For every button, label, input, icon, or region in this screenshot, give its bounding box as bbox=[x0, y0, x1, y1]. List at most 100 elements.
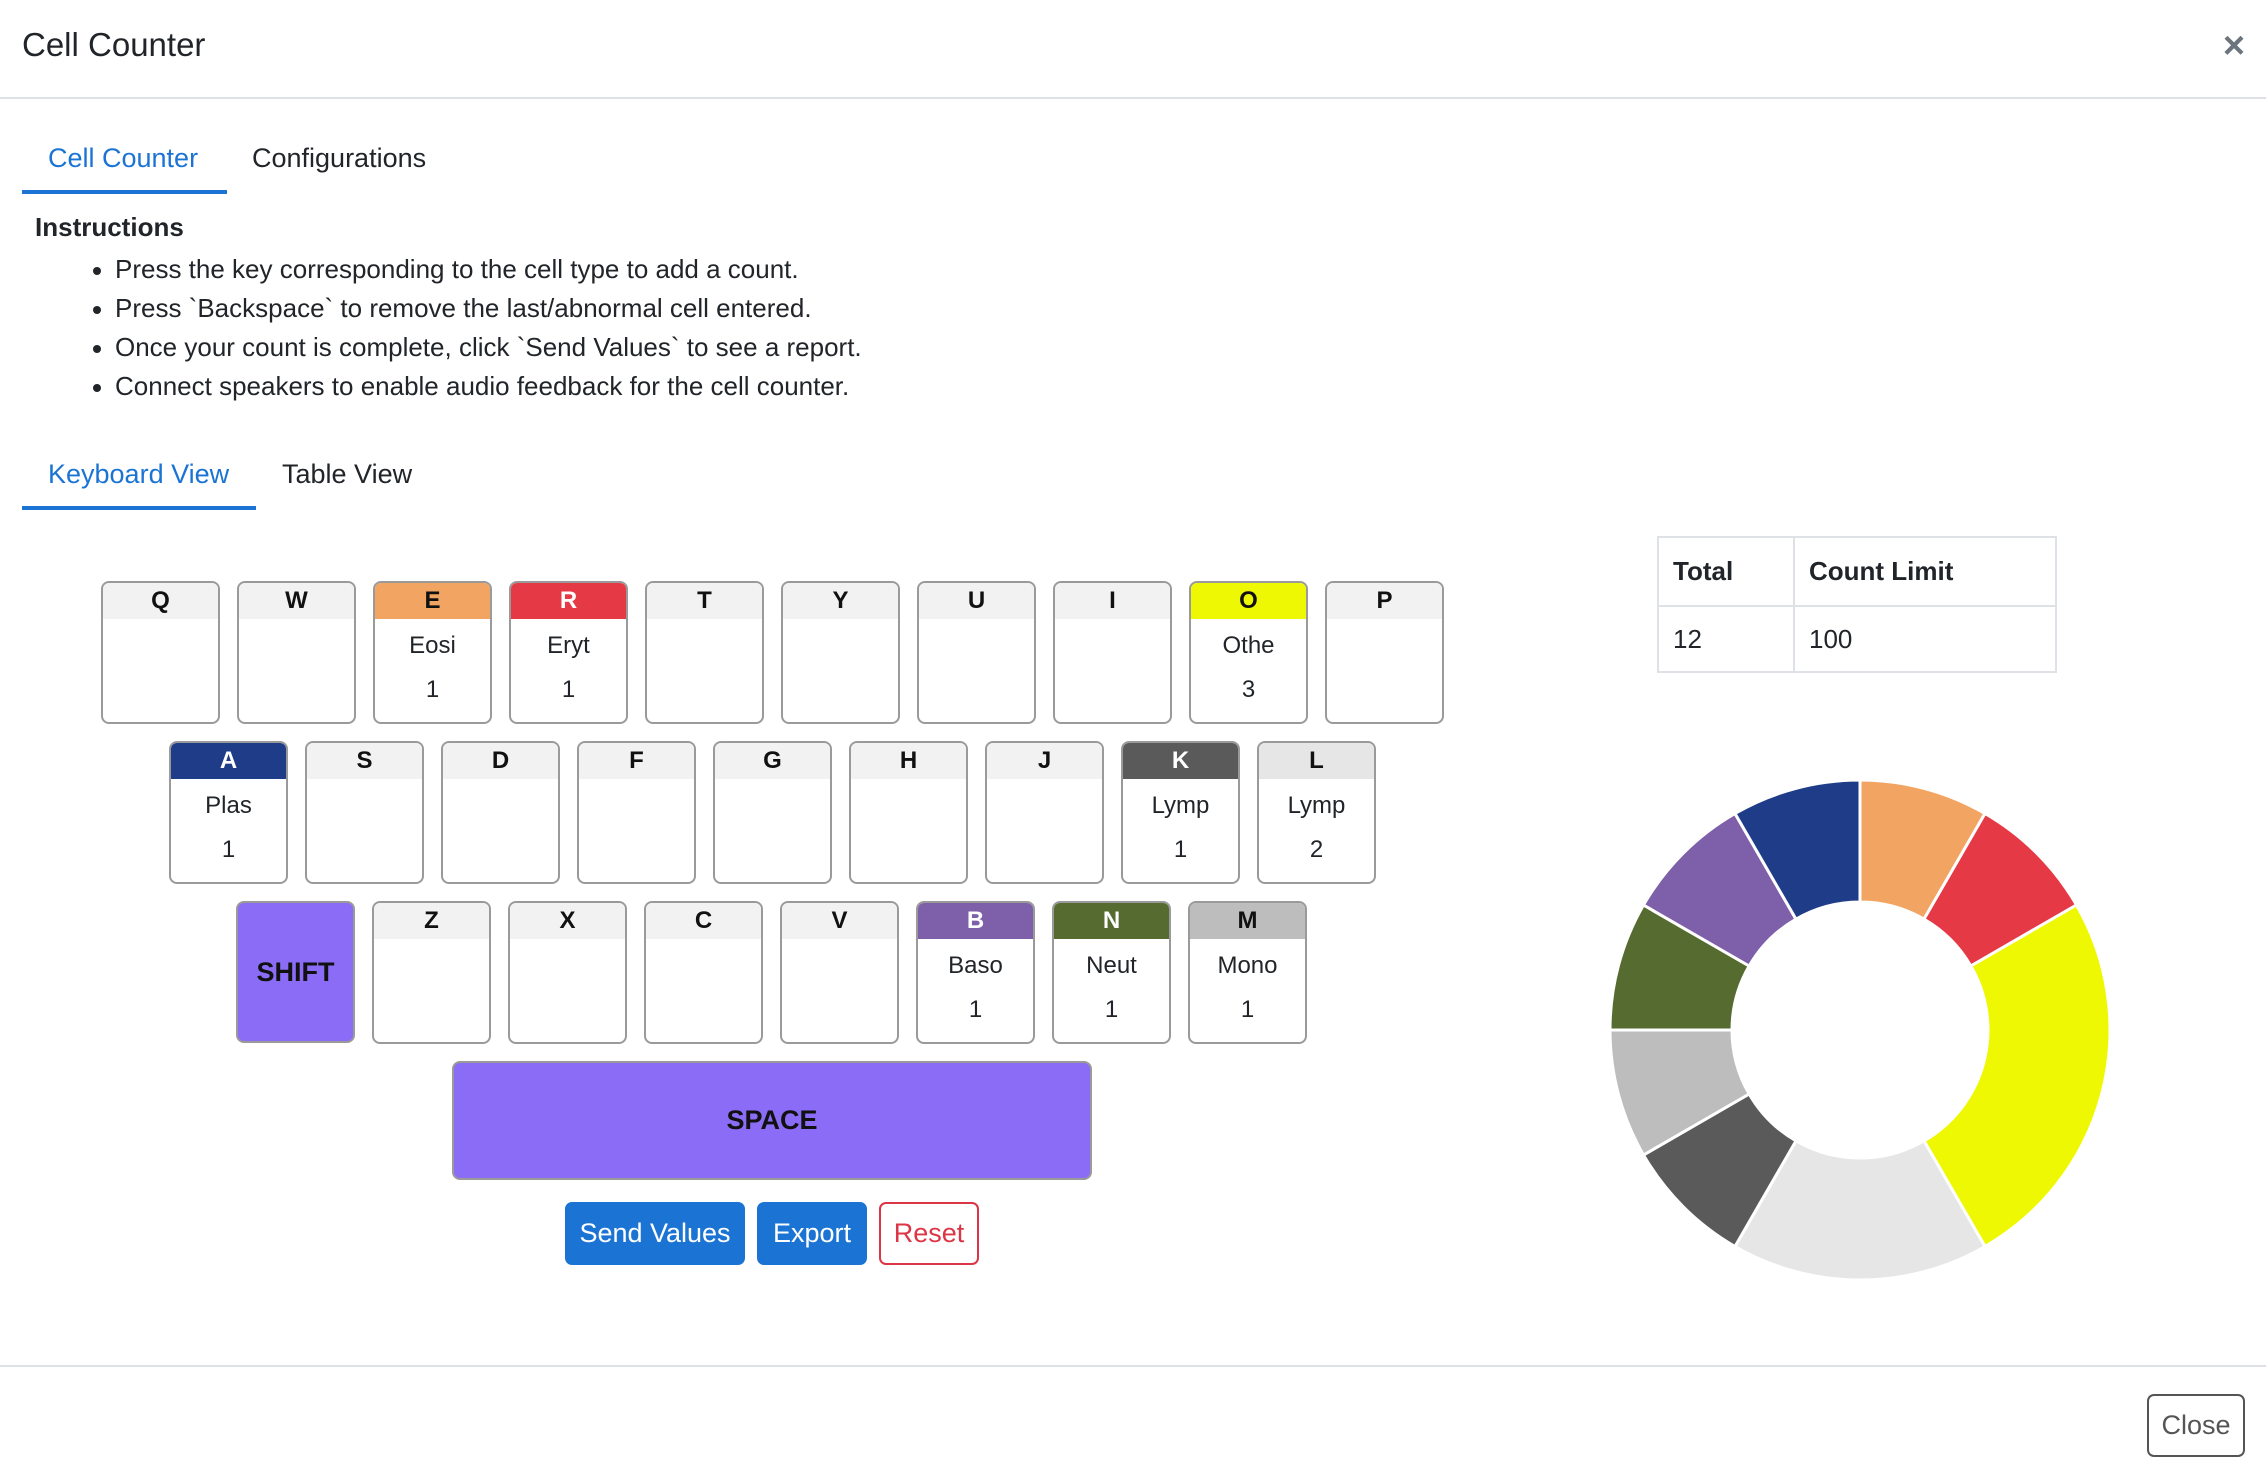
total-value: 12 bbox=[1657, 605, 1795, 673]
key-l[interactable]: L Lymp 2 bbox=[1257, 741, 1376, 884]
key-cell-count bbox=[646, 995, 761, 1025]
key-a[interactable]: A Plas 1 bbox=[169, 741, 288, 884]
close-button[interactable]: Close bbox=[2147, 1394, 2245, 1457]
close-icon[interactable]: × bbox=[2218, 26, 2250, 66]
key-cell-name: Lymp bbox=[1287, 792, 1346, 819]
key-cell-count bbox=[239, 675, 354, 705]
key-cell-count bbox=[783, 675, 898, 705]
totals-table: Total Count Limit 12 100 bbox=[1657, 536, 2057, 673]
key-letter: U bbox=[919, 583, 1034, 619]
key-cell-count bbox=[851, 835, 966, 865]
key-t[interactable]: T bbox=[645, 581, 764, 724]
key-o[interactable]: O Othe 3 bbox=[1189, 581, 1308, 724]
key-letter: O bbox=[1191, 583, 1306, 619]
key-cell-count: 2 bbox=[1309, 836, 1324, 863]
key-cell-count bbox=[103, 675, 218, 705]
key-letter: L bbox=[1259, 743, 1374, 779]
key-letter: J bbox=[987, 743, 1102, 779]
key-letter: M bbox=[1190, 903, 1305, 939]
key-letter: V bbox=[782, 903, 897, 939]
shift-key[interactable]: SHIFT bbox=[236, 901, 355, 1043]
modal-header: Cell Counter × bbox=[0, 0, 2266, 99]
key-b[interactable]: B Baso 1 bbox=[916, 901, 1035, 1044]
key-e[interactable]: E Eosi 1 bbox=[373, 581, 492, 724]
key-letter: H bbox=[851, 743, 966, 779]
key-cell-name bbox=[103, 631, 218, 661]
key-d[interactable]: D bbox=[441, 741, 560, 884]
key-cell-name: Mono bbox=[1217, 952, 1278, 979]
tab-table-view[interactable]: Table View bbox=[282, 459, 412, 490]
key-f[interactable]: F bbox=[577, 741, 696, 884]
key-s[interactable]: S bbox=[305, 741, 424, 884]
instruction-item: Press `Backspace` to remove the last/abn… bbox=[90, 289, 862, 328]
space-key[interactable]: SPACE bbox=[452, 1061, 1092, 1180]
key-letter: C bbox=[646, 903, 761, 939]
key-cell-name bbox=[715, 791, 830, 821]
key-q[interactable]: Q bbox=[101, 581, 220, 724]
key-y[interactable]: Y bbox=[781, 581, 900, 724]
tab-active-indicator bbox=[22, 190, 227, 194]
key-letter: B bbox=[918, 903, 1033, 939]
key-cell-name bbox=[851, 791, 966, 821]
key-letter: W bbox=[239, 583, 354, 619]
instruction-item: Connect speakers to enable audio feedbac… bbox=[90, 367, 862, 406]
key-u[interactable]: U bbox=[917, 581, 1036, 724]
key-cell-name: Eosi bbox=[409, 632, 456, 659]
key-letter: K bbox=[1123, 743, 1238, 779]
key-cell-count: 1 bbox=[968, 996, 983, 1023]
key-j[interactable]: J bbox=[985, 741, 1104, 884]
instruction-item: Once your count is complete, click `Send… bbox=[90, 328, 862, 367]
tab-configurations[interactable]: Configurations bbox=[252, 143, 426, 174]
key-cell-name bbox=[307, 791, 422, 821]
key-i[interactable]: I bbox=[1053, 581, 1172, 724]
send-values-button[interactable]: Send Values bbox=[565, 1202, 745, 1265]
key-cell-count bbox=[443, 835, 558, 865]
key-letter: Z bbox=[374, 903, 489, 939]
key-p[interactable]: P bbox=[1325, 581, 1444, 724]
key-z[interactable]: Z bbox=[372, 901, 491, 1044]
tab-cell-counter[interactable]: Cell Counter bbox=[48, 143, 198, 174]
key-v[interactable]: V bbox=[780, 901, 899, 1044]
key-cell-name bbox=[987, 791, 1102, 821]
instruction-item: Press the key corresponding to the cell … bbox=[90, 250, 862, 289]
key-cell-name bbox=[239, 631, 354, 661]
key-r[interactable]: R Eryt 1 bbox=[509, 581, 628, 724]
key-cell-name bbox=[783, 631, 898, 661]
key-cell-name bbox=[510, 951, 625, 981]
key-c[interactable]: C bbox=[644, 901, 763, 1044]
reset-button[interactable]: Reset bbox=[879, 1202, 979, 1265]
instructions-list: Press the key corresponding to the cell … bbox=[90, 250, 862, 406]
key-cell-name bbox=[1327, 631, 1442, 661]
key-letter: F bbox=[579, 743, 694, 779]
key-cell-count bbox=[715, 835, 830, 865]
key-cell-name: Plas bbox=[205, 792, 252, 819]
key-cell-name bbox=[579, 791, 694, 821]
key-n[interactable]: N Neut 1 bbox=[1052, 901, 1171, 1044]
key-w[interactable]: W bbox=[237, 581, 356, 724]
key-cell-name bbox=[1055, 631, 1170, 661]
count-limit-header: Count Limit bbox=[1793, 536, 2057, 607]
tab-keyboard-view[interactable]: Keyboard View bbox=[48, 459, 229, 490]
modal-footer bbox=[0, 1365, 2266, 1482]
key-letter: T bbox=[647, 583, 762, 619]
key-h[interactable]: H bbox=[849, 741, 968, 884]
key-letter: D bbox=[443, 743, 558, 779]
cell-distribution-donut-chart bbox=[1608, 778, 2112, 1282]
key-k[interactable]: K Lymp 1 bbox=[1121, 741, 1240, 884]
key-g[interactable]: G bbox=[713, 741, 832, 884]
instructions-title: Instructions bbox=[35, 212, 184, 242]
export-button[interactable]: Export bbox=[757, 1202, 867, 1265]
key-x[interactable]: X bbox=[508, 901, 627, 1044]
key-cell-name bbox=[374, 951, 489, 981]
key-cell-name bbox=[919, 631, 1034, 661]
key-cell-count: 1 bbox=[1240, 996, 1255, 1023]
key-cell-count: 1 bbox=[1104, 996, 1119, 1023]
key-cell-name bbox=[782, 951, 897, 981]
key-letter: R bbox=[511, 583, 626, 619]
key-cell-count bbox=[987, 835, 1102, 865]
key-cell-count: 1 bbox=[561, 676, 576, 703]
key-cell-count: 1 bbox=[1173, 836, 1188, 863]
key-letter: G bbox=[715, 743, 830, 779]
key-m[interactable]: M Mono 1 bbox=[1188, 901, 1307, 1044]
key-cell-name: Lymp bbox=[1151, 792, 1210, 819]
